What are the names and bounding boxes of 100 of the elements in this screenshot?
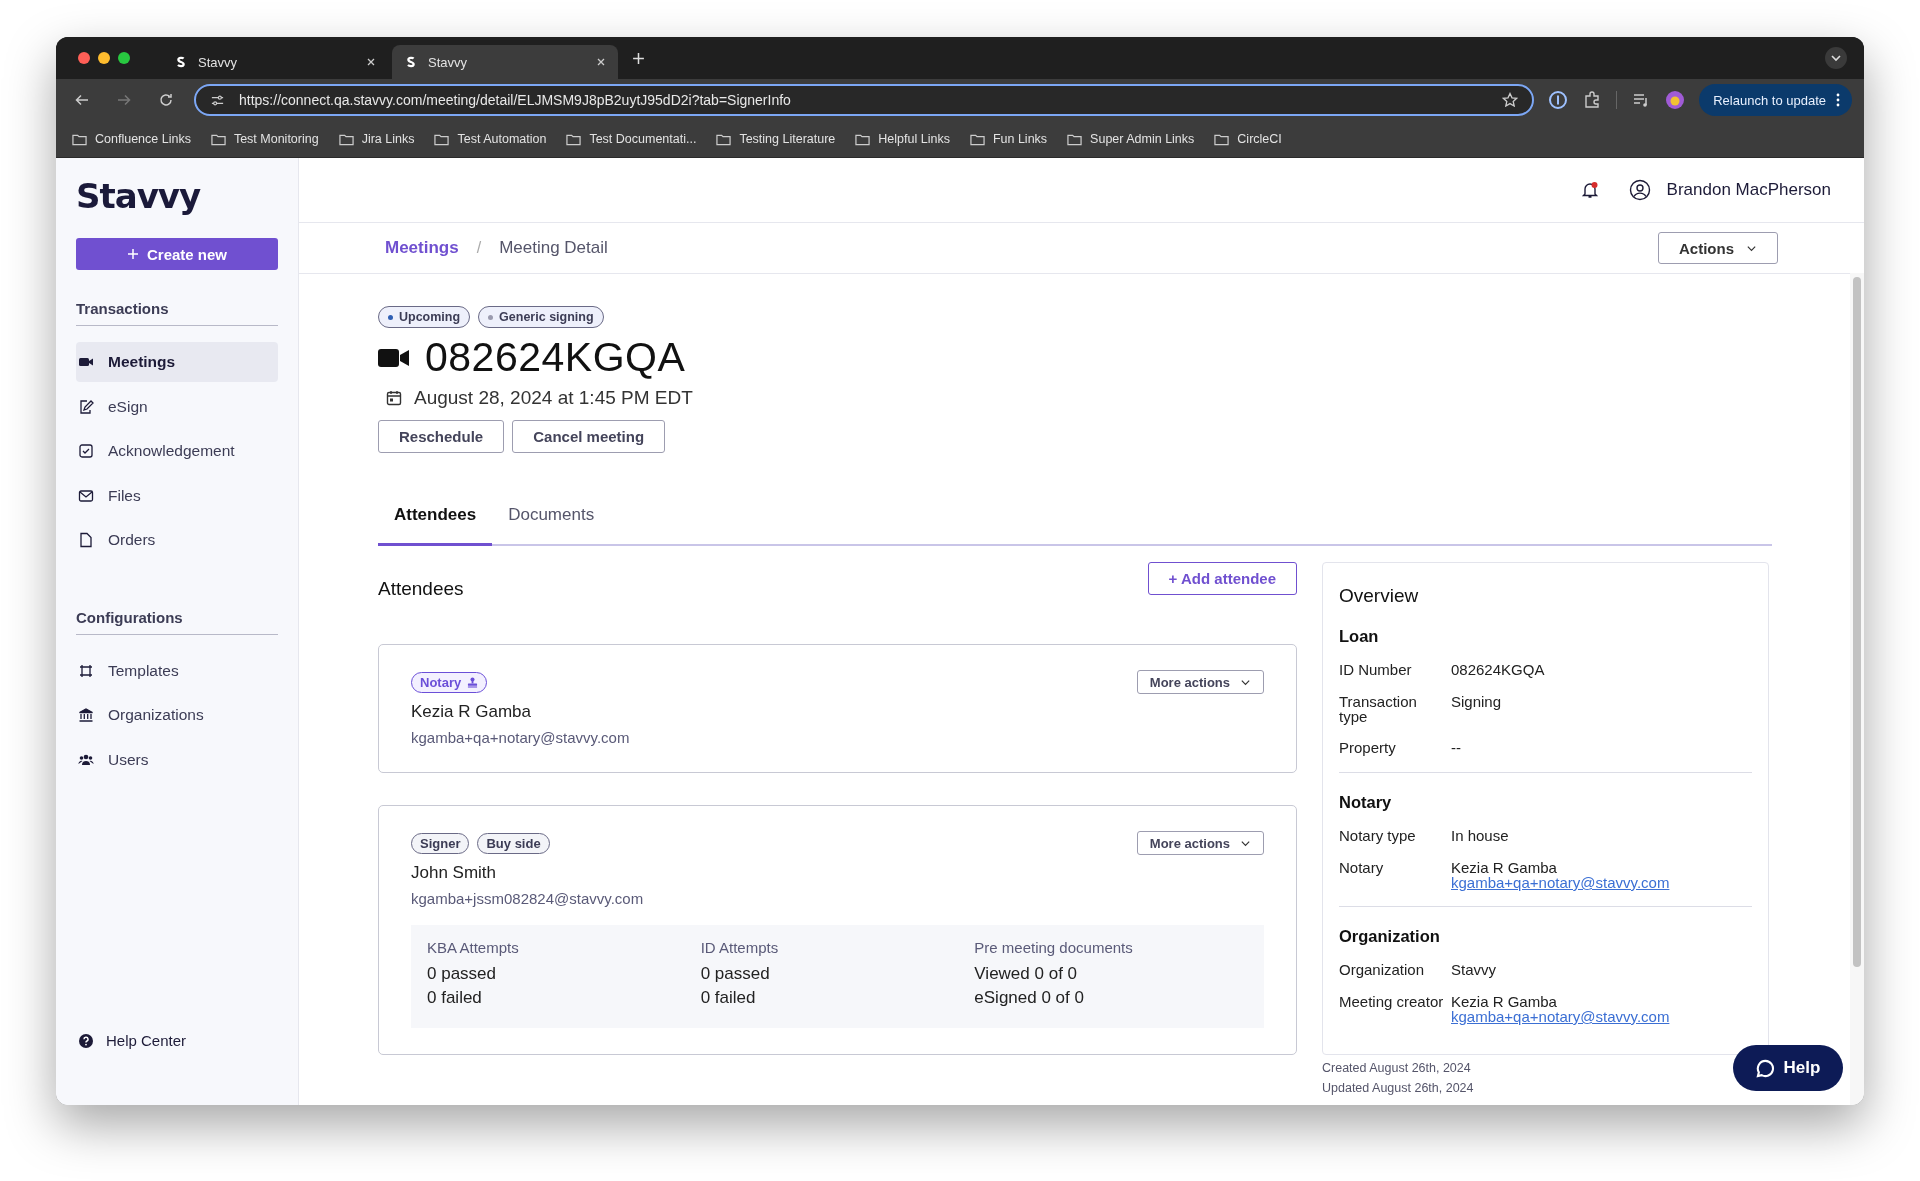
field-label: Notary (1339, 860, 1385, 878)
field-label: Property (1339, 740, 1397, 756)
folder-icon (716, 132, 732, 146)
pen-icon (78, 398, 94, 415)
stat-value: eSigned 0 of 0 (974, 987, 1085, 1009)
status-badge: Upcoming (378, 306, 471, 328)
tab[interactable]: Attendees (378, 505, 493, 546)
more-actions-button[interactable]: More actions (1136, 670, 1264, 694)
bookmark-folder[interactable]: Helpful Links (855, 132, 950, 146)
help-button[interactable]: Help (1733, 1045, 1843, 1091)
plus-icon (126, 248, 139, 260)
field-label: Notary type (1339, 828, 1417, 844)
field-label: ID Number (1339, 662, 1413, 678)
meeting-datetime: August 28, 2024 at 1:45 PM EDT (414, 387, 693, 409)
bookmark-folder[interactable]: Super Admin Links (1067, 132, 1195, 146)
overview-section-title: Loan (1339, 627, 1380, 646)
video-camera-icon (378, 346, 410, 369)
email-link[interactable]: kgamba+qa+notary@stavvy.com (1451, 876, 1670, 890)
folder-icon (566, 132, 582, 146)
meeting-action-button[interactable]: Reschedule (378, 420, 505, 453)
tab[interactable]: Documents (492, 505, 611, 546)
field-value: In house (1451, 828, 1509, 844)
bookmark-folder[interactable]: Test Automation (434, 132, 547, 146)
bookmark-folder[interactable]: Testing Literature (716, 132, 836, 146)
field-value: Stavvy (1451, 962, 1496, 978)
back-icon[interactable] (74, 92, 90, 108)
stat-title: KBA Attempts (427, 939, 520, 956)
create-new-button[interactable]: Create new (76, 238, 278, 270)
sidebar-item[interactable]: Meetings (76, 342, 278, 382)
maximize-window-icon[interactable] (118, 52, 130, 64)
close-icon[interactable] (596, 57, 606, 67)
folder-icon (969, 132, 985, 146)
relaunch-button[interactable]: Relaunch to update (1699, 84, 1852, 116)
stat-value: 0 failed (427, 987, 483, 1009)
role-tag: Notary (411, 671, 488, 693)
stat-value: 0 failed (700, 987, 757, 1009)
folder-icon (1067, 132, 1083, 146)
field-value: Kezia R Gamba (1451, 860, 1558, 876)
bookmark-folder[interactable]: Jira Links (338, 132, 415, 146)
sidebar-item[interactable]: Files (76, 475, 278, 516)
reload-icon[interactable] (158, 92, 174, 108)
meeting-id: 082624KGQA (425, 334, 686, 381)
favicon-icon (404, 55, 418, 69)
more-actions-button[interactable]: More actions (1136, 831, 1264, 855)
user-icon (1628, 179, 1651, 201)
email-link[interactable]: kgamba+qa+notary@stavvy.com (1451, 1010, 1670, 1024)
help-icon (78, 1032, 94, 1049)
field-value: Kezia R Gamba (1451, 994, 1558, 1010)
field-value: 082624KGQA (1451, 662, 1545, 678)
sidebar-item[interactable]: Orders (76, 520, 278, 560)
bookmark-folder[interactable]: Test Documentati... (566, 132, 697, 146)
stamp-icon (467, 676, 479, 688)
frame-icon (78, 662, 94, 679)
address-bar[interactable]: https://connect.qa.stavvy.com/meeting/detail/ELJMSM9J8pB2uytJ95dD2i?tab=SignerInfo (194, 84, 1535, 116)
actions-button[interactable]: Actions (1658, 232, 1778, 264)
scrollbar[interactable] (1850, 273, 1864, 1105)
browser-tab[interactable]: Stavvy (162, 45, 388, 79)
stat-value: Viewed 0 of 0 (974, 963, 1079, 985)
bookmark-star-icon[interactable] (1502, 92, 1519, 108)
field-label: Organization (1339, 962, 1426, 978)
user-name[interactable]: Brandon MacPherson (1666, 180, 1831, 200)
logo: Stavvy (76, 176, 201, 216)
bookmark-folder[interactable]: Test Monitoring (210, 132, 319, 146)
profile-avatar-icon[interactable] (1665, 90, 1686, 110)
meeting-action-button[interactable]: Cancel meeting (512, 420, 666, 453)
sidebar-item[interactable]: Organizations (76, 695, 278, 735)
bookmark-folder[interactable]: Confluence Links (72, 132, 191, 146)
tab-search-icon[interactable] (1824, 46, 1848, 70)
stat-value: 0 passed (427, 963, 497, 985)
sidebar-item[interactable]: Users (76, 739, 278, 780)
close-window-icon[interactable] (78, 52, 90, 64)
add-attendee-button[interactable]: + Add attendee (1147, 562, 1297, 595)
browser-tab[interactable]: Stavvy (392, 45, 618, 79)
overview-section-title: Notary (1339, 793, 1393, 812)
breadcrumb: Meeting Detail (499, 238, 608, 258)
overview-title: Overview (1339, 585, 1420, 607)
field-value: Signing (1451, 694, 1502, 710)
bookmark-folder[interactable]: Fun Links (969, 132, 1048, 146)
attendee-email: kgamba+qa+notary@stavvy.com (411, 729, 631, 746)
stat-title: Pre meeting documents (974, 939, 1134, 956)
section-heading: Transactions (76, 300, 278, 326)
minimize-window-icon[interactable] (98, 52, 110, 64)
folder-icon (210, 132, 226, 146)
checkbox-icon (78, 443, 94, 459)
folder-icon (72, 132, 87, 146)
close-icon[interactable] (366, 57, 376, 67)
notification-bell-icon[interactable] (1580, 181, 1599, 199)
folder-icon (338, 132, 354, 146)
breadcrumb[interactable]: Meetings (385, 238, 459, 258)
password-manager-icon[interactable] (1548, 90, 1569, 110)
section-heading: Configurations (76, 608, 278, 635)
more-icon[interactable] (1836, 93, 1840, 107)
sidebar-item[interactable]: Templates (76, 650, 278, 691)
help-center-link[interactable]: Help Center (76, 1032, 278, 1049)
new-tab-icon[interactable] (632, 51, 645, 65)
sidebar-item[interactable]: Acknowledgement (76, 431, 278, 471)
sidebar-item[interactable]: eSign (76, 386, 278, 427)
field-label: Transaction type (1339, 694, 1418, 724)
bookmark-folder[interactable]: CircleCI (1214, 132, 1282, 146)
overview-section-title: Organization (1339, 927, 1441, 946)
